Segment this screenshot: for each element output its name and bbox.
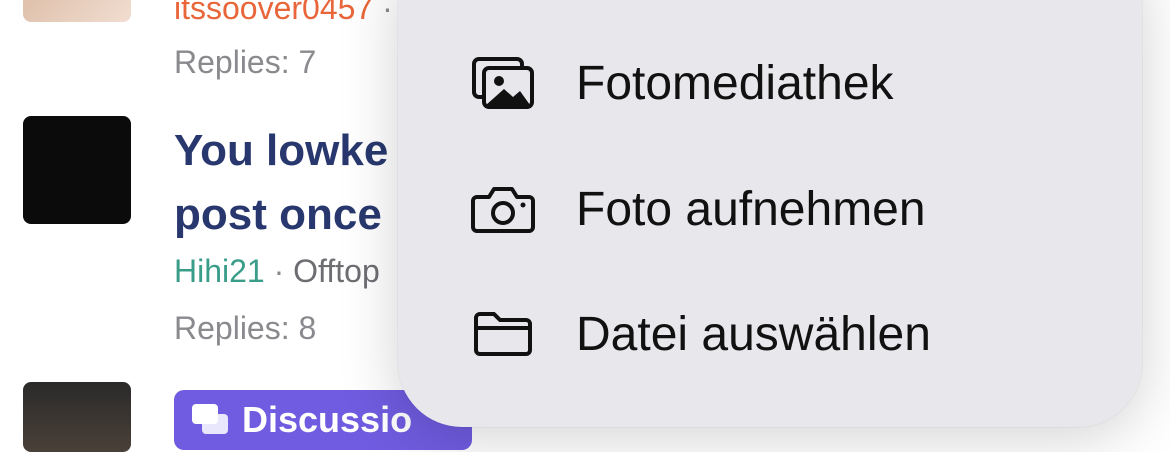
avatar xyxy=(23,116,131,224)
menu-item-photo-library[interactable]: Fotomediathek xyxy=(398,23,1142,143)
menu-item-label: Foto aufnehmen xyxy=(576,182,926,236)
menu-item-choose-file[interactable]: Datei auswählen xyxy=(398,274,1142,394)
badge-label: Discussio xyxy=(242,399,413,440)
photo-library-icon xyxy=(470,55,536,111)
thread-meta: itssoover0457 · xyxy=(174,0,393,27)
chat-bubble-icon xyxy=(190,402,230,438)
meta-separator: · xyxy=(382,0,393,26)
folder-icon xyxy=(470,306,536,362)
thread-author[interactable]: Hihi21 xyxy=(174,253,265,289)
thread-replies: Replies: 8 xyxy=(174,310,317,346)
menu-item-label: Datei auswählen xyxy=(576,307,931,361)
thread-author[interactable]: itssoover0457 xyxy=(174,0,373,26)
avatar xyxy=(23,0,131,22)
menu-item-label: Fotomediathek xyxy=(576,56,894,110)
thread-replies: Replies: 7 xyxy=(174,44,317,80)
camera-icon xyxy=(470,181,536,237)
thread-category[interactable]: Offtop xyxy=(293,253,380,289)
thread-meta: Hihi21 · Offtop xyxy=(174,253,380,290)
menu-item-take-photo[interactable]: Foto aufnehmen xyxy=(398,149,1142,269)
attachment-menu: Fotomediathek Foto aufnehmen Datei auswä… xyxy=(398,0,1142,427)
thread-title-line-2[interactable]: post once xyxy=(174,184,382,246)
avatar xyxy=(23,382,131,452)
meta-separator: · xyxy=(273,253,285,289)
thread-title-line-1[interactable]: You lowke xyxy=(174,120,388,182)
